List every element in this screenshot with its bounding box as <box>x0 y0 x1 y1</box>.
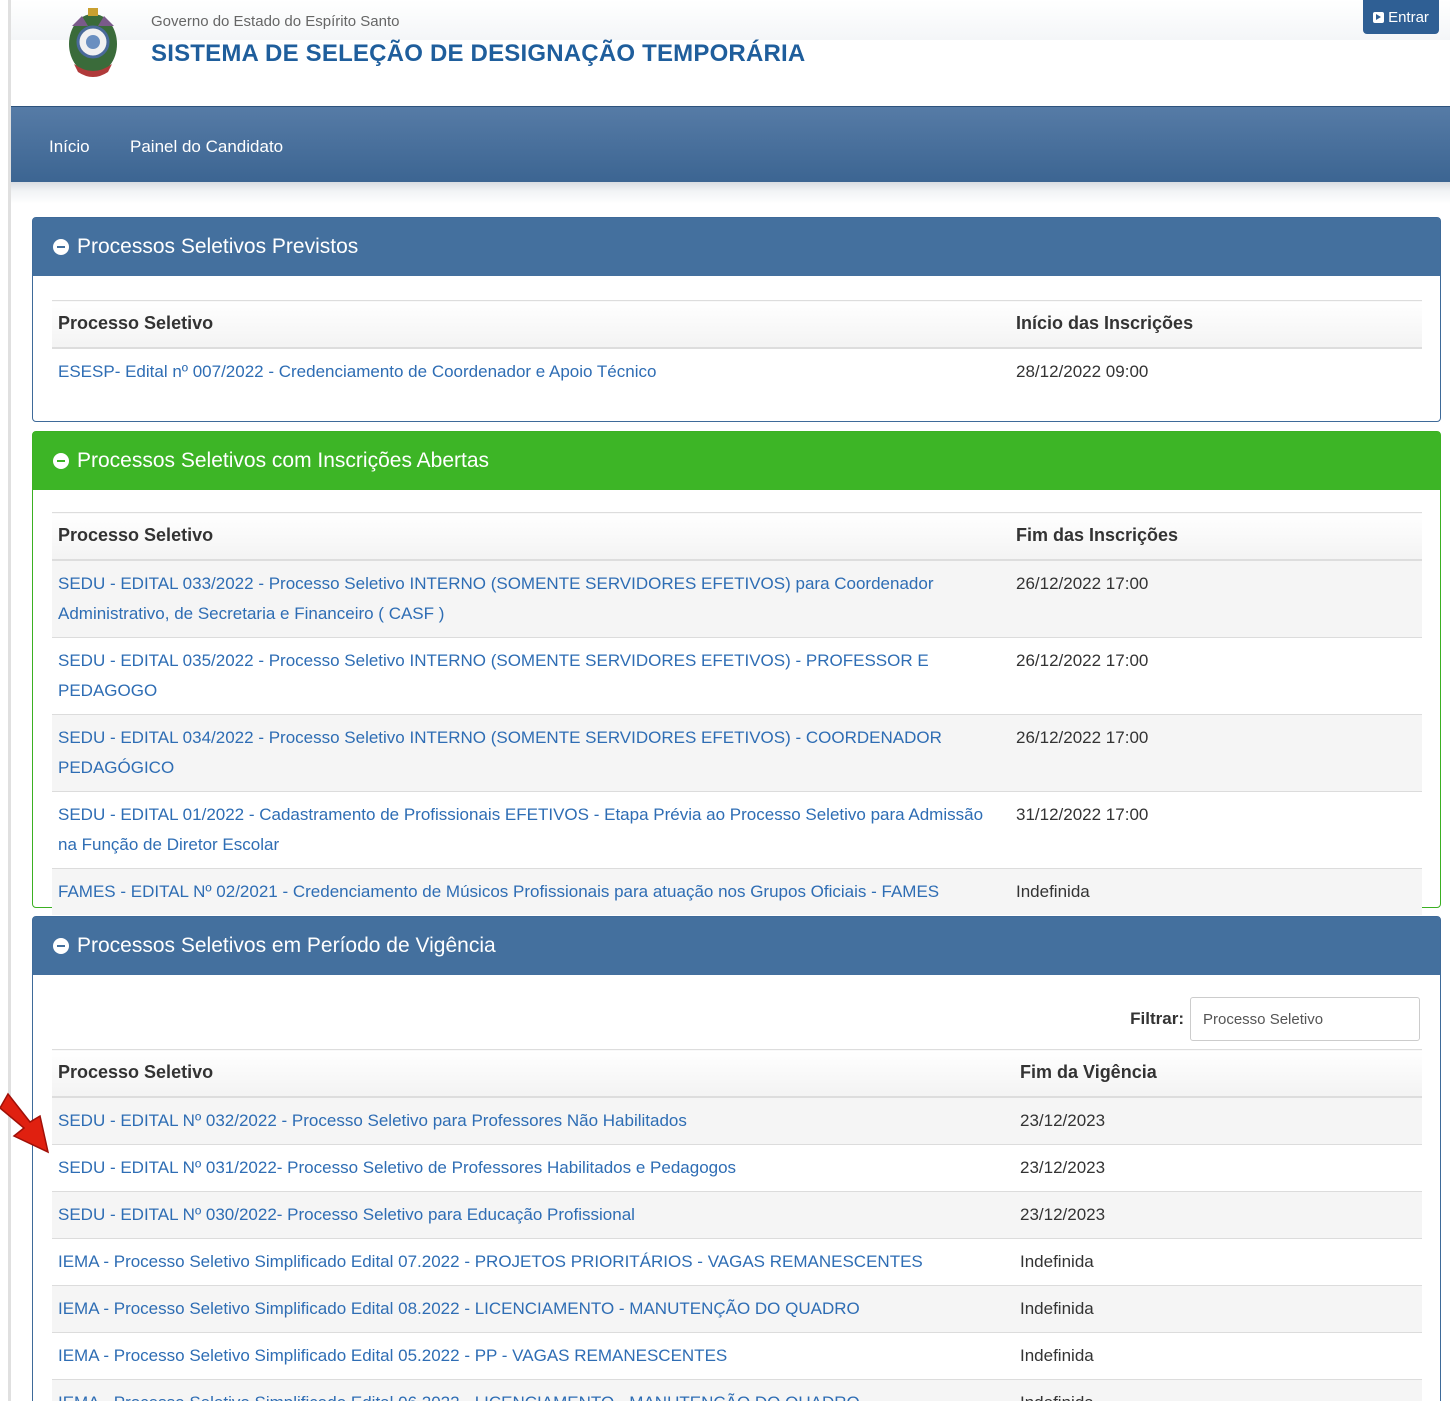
process-link[interactable]: SEDU - EDITAL Nº 031/2022- Processo Sele… <box>58 1158 736 1177</box>
panel-vigencia-title: Processos Seletivos em Período de Vigênc… <box>77 934 496 957</box>
column-header-processo[interactable]: Processo Seletivo <box>52 512 1010 561</box>
nav-item-painel-candidato[interactable]: Painel do Candidato <box>130 137 283 157</box>
process-link[interactable]: SEDU - EDITAL 01/2022 - Cadastramento de… <box>58 805 983 854</box>
previstos-table: Processo Seletivo Início das Inscrições … <box>52 300 1422 395</box>
process-link[interactable]: SEDU - EDITAL 033/2022 - Processo Seleti… <box>58 574 933 623</box>
table-row: SEDU - EDITAL 033/2022 - Processo Seleti… <box>52 559 1422 638</box>
process-date: Indefinida <box>1014 1379 1422 1401</box>
page-left-border <box>8 0 11 1401</box>
process-link[interactable]: IEMA - Processo Seletivo Simplificado Ed… <box>58 1252 923 1271</box>
column-header-inicio-inscricoes[interactable]: Início das Inscrições <box>1010 300 1422 349</box>
process-date: 26/12/2022 17:00 <box>1010 637 1422 715</box>
process-link[interactable]: SEDU - EDITAL Nº 030/2022- Processo Sele… <box>58 1205 635 1224</box>
collapse-icon <box>53 239 69 255</box>
table-row: FAMES - EDITAL Nº 02/2021 - Credenciamen… <box>52 868 1422 915</box>
filter-label: Filtrar: <box>1130 1009 1184 1028</box>
process-date: 23/12/2023 <box>1014 1096 1422 1145</box>
main-navbar: Início Painel do Candidato <box>11 106 1450 182</box>
system-title[interactable]: SISTEMA DE SELEÇÃO DE DESIGNAÇÃO TEMPORÁ… <box>151 40 805 68</box>
collapse-icon <box>53 938 69 954</box>
table-row: SEDU - EDITAL 034/2022 - Processo Seleti… <box>52 714 1422 792</box>
process-date: 31/12/2022 17:00 <box>1010 791 1422 869</box>
process-date: Indefinida <box>1010 868 1422 915</box>
table-row: SEDU - EDITAL Nº 031/2022- Processo Sele… <box>52 1144 1422 1192</box>
panel-previstos-title: Processos Seletivos Previstos <box>77 235 359 258</box>
process-date: Indefinida <box>1014 1285 1422 1333</box>
login-label: Entrar <box>1388 8 1429 26</box>
table-row: IEMA - Processo Seletivo Simplificado Ed… <box>52 1379 1422 1401</box>
panel-vigencia: Processos Seletivos em Período de Vigênc… <box>32 916 1441 1401</box>
panel-abertas-title: Processos Seletivos com Inscrições Abert… <box>77 449 490 472</box>
process-date: 23/12/2023 <box>1014 1144 1422 1192</box>
navbar-shadow <box>11 182 1450 204</box>
sign-in-icon <box>1373 11 1385 23</box>
panel-vigencia-header[interactable]: Processos Seletivos em Período de Vigênc… <box>33 917 1440 975</box>
panel-inscricoes-abertas: Processos Seletivos com Inscrições Abert… <box>32 431 1441 915</box>
table-row: IEMA - Processo Seletivo Simplificado Ed… <box>52 1238 1422 1286</box>
table-row: ESESP- Edital nº 007/2022 - Credenciamen… <box>52 348 1422 395</box>
process-link[interactable]: FAMES - EDITAL Nº 02/2021 - Credenciamen… <box>58 882 939 901</box>
nav-item-inicio[interactable]: Início <box>49 137 90 157</box>
login-button[interactable]: Entrar <box>1363 0 1439 34</box>
table-row: IEMA - Processo Seletivo Simplificado Ed… <box>52 1332 1422 1380</box>
column-header-processo[interactable]: Processo Seletivo <box>52 300 1010 349</box>
table-row: SEDU - EDITAL 035/2022 - Processo Seleti… <box>52 637 1422 715</box>
site-header: Governo do Estado do Espírito Santo SIST… <box>11 0 1450 106</box>
state-crest-icon <box>69 8 117 77</box>
collapse-icon <box>53 453 69 469</box>
process-date: 28/12/2022 09:00 <box>1016 361 1149 381</box>
vigencia-table: Processo Seletivo Fim da Vigência SEDU -… <box>52 1049 1422 1401</box>
filter-group: Filtrar: Processo Seletivo <box>1130 997 1420 1041</box>
process-link[interactable]: IEMA - Processo Seletivo Simplificado Ed… <box>58 1346 727 1365</box>
table-header-row: Processo Seletivo Fim da Vigência <box>52 1049 1422 1098</box>
process-link[interactable]: IEMA - Processo Seletivo Simplificado Ed… <box>58 1393 860 1401</box>
table-header-row: Processo Seletivo Fim das Inscrições <box>52 512 1422 561</box>
column-header-processo[interactable]: Processo Seletivo <box>52 1049 1014 1098</box>
government-name: Governo do Estado do Espírito Santo <box>151 13 400 30</box>
red-arrow-icon <box>0 1092 50 1154</box>
process-date: Indefinida <box>1014 1332 1422 1380</box>
filter-input[interactable]: Processo Seletivo <box>1190 997 1420 1041</box>
process-date: 26/12/2022 17:00 <box>1010 559 1422 638</box>
panel-previstos: Processos Seletivos Previstos Processo S… <box>32 217 1441 422</box>
table-header-row: Processo Seletivo Início das Inscrições <box>52 300 1422 349</box>
panel-previstos-header[interactable]: Processos Seletivos Previstos <box>33 218 1440 276</box>
process-link[interactable]: SEDU - EDITAL 035/2022 - Processo Seleti… <box>58 651 929 700</box>
abertas-table: Processo Seletivo Fim das Inscrições SED… <box>52 512 1422 915</box>
process-link[interactable]: ESESP- Edital nº 007/2022 - Credenciamen… <box>58 362 656 381</box>
page: Governo do Estado do Espírito Santo SIST… <box>0 0 1450 1401</box>
table-row: IEMA - Processo Seletivo Simplificado Ed… <box>52 1285 1422 1333</box>
process-date: 23/12/2023 <box>1014 1191 1422 1239</box>
process-date: Indefinida <box>1014 1238 1422 1286</box>
column-header-fim-inscricoes[interactable]: Fim das Inscrições <box>1010 512 1422 561</box>
process-link[interactable]: IEMA - Processo Seletivo Simplificado Ed… <box>58 1299 860 1318</box>
table-row: SEDU - EDITAL 01/2022 - Cadastramento de… <box>52 791 1422 869</box>
table-row: SEDU - EDITAL Nº 030/2022- Processo Sele… <box>52 1191 1422 1239</box>
process-link[interactable]: SEDU - EDITAL Nº 032/2022 - Processo Sel… <box>58 1111 687 1130</box>
column-header-fim-vigencia[interactable]: Fim da Vigência <box>1014 1049 1422 1098</box>
table-row: SEDU - EDITAL Nº 032/2022 - Processo Sel… <box>52 1096 1422 1145</box>
process-link[interactable]: SEDU - EDITAL 034/2022 - Processo Seleti… <box>58 728 942 777</box>
panel-abertas-header[interactable]: Processos Seletivos com Inscrições Abert… <box>33 432 1440 490</box>
process-date: 26/12/2022 17:00 <box>1010 714 1422 792</box>
